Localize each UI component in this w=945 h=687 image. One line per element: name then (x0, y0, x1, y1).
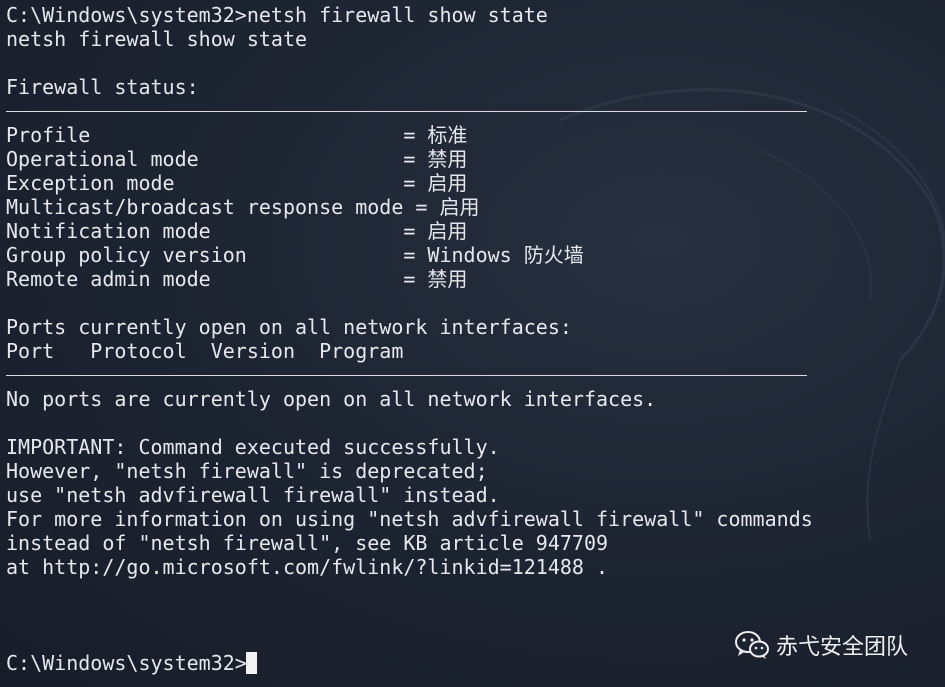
terminal-line: Operational mode = 禁用 (6, 147, 468, 171)
terminal-line: Exception mode = 启用 (6, 171, 468, 195)
wechat-icon (735, 631, 769, 659)
terminal-line: No ports are currently open on all netwo… (6, 387, 657, 411)
separator-rule (6, 375, 807, 376)
terminal-line: Group policy version = Windows 防火墙 (6, 243, 584, 267)
terminal-line: Port Protocol Version Program (6, 339, 404, 363)
command-prompt[interactable]: C:\Windows\system32> (6, 651, 247, 675)
terminal-line: Remote admin mode = 禁用 (6, 267, 468, 291)
terminal-line: at http://go.microsoft.com/fwlink/?linki… (6, 555, 609, 579)
terminal-line: Multicast/broadcast response mode = 启用 (6, 195, 480, 219)
terminal-window[interactable]: C:\Windows\system32> netsh firewall show … (0, 0, 945, 687)
terminal-line: netsh firewall show state (6, 27, 308, 51)
watermark: 赤弋安全团队 (734, 628, 908, 662)
terminal-line: C:\Windows\system32>netsh firewall show … (6, 3, 548, 27)
terminal-line: Ports currently open on all network inte… (6, 315, 572, 339)
terminal-line: Firewall status: (6, 75, 199, 99)
terminal-line: Notification mode = 启用 (6, 219, 468, 243)
terminal-line: However, "netsh firewall" is deprecated; (6, 459, 488, 483)
separator-rule (6, 111, 807, 112)
terminal-line: IMPORTANT: Command executed successfully… (6, 435, 500, 459)
terminal-line: For more information on using "netsh adv… (6, 507, 813, 531)
terminal-line: instead of "netsh firewall", see KB arti… (6, 531, 609, 555)
terminal-line: Profile = 标准 (6, 123, 468, 147)
watermark-text: 赤弋安全团队 (776, 635, 909, 660)
text-cursor (246, 652, 257, 674)
terminal-line: use "netsh advfirewall firewall" instead… (6, 483, 500, 507)
